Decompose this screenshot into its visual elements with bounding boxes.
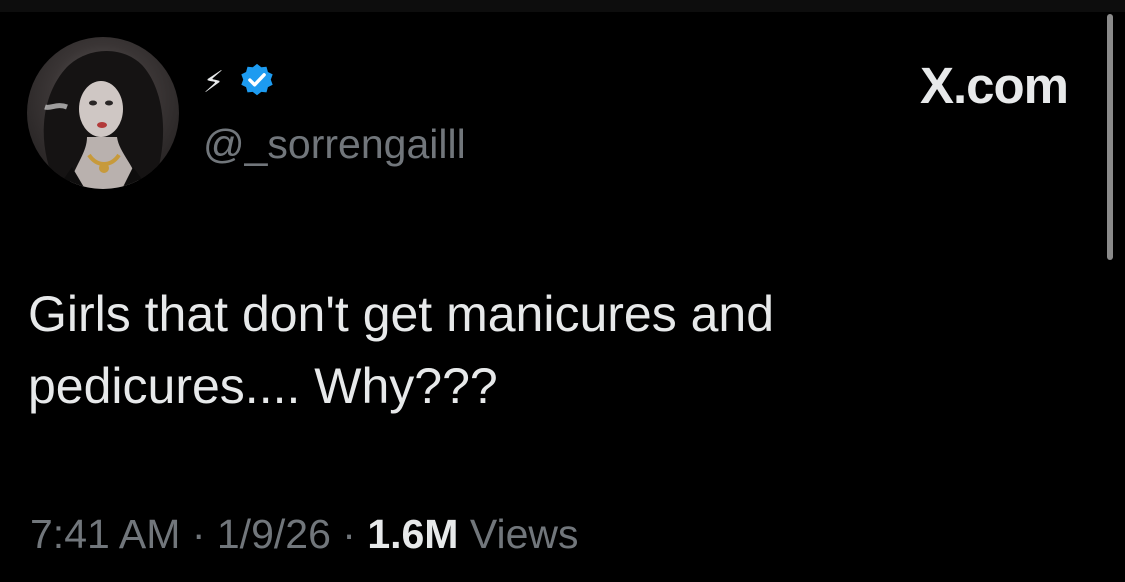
scrollbar[interactable] <box>1107 14 1113 260</box>
avatar[interactable] <box>27 37 179 189</box>
tweet-text-line-2: pedicures.... Why??? <box>28 358 498 414</box>
user-handle[interactable]: @_sorrengailll <box>203 124 466 165</box>
verified-badge-icon <box>238 62 276 105</box>
tweet-time[interactable]: 7:41 AM <box>30 511 180 557</box>
views-label: Views <box>458 511 579 557</box>
meta-separator: · <box>180 511 217 557</box>
tweet-meta: 7:41 AM · 1/9/26 · 1.6M Views <box>30 510 579 558</box>
tweet-text-line-1: Girls that don't get manicures and <box>28 286 775 342</box>
lightning-bolt-icon: ⚡︎ <box>203 65 225 100</box>
display-name-row[interactable]: ⚡︎ <box>203 63 276 103</box>
meta-separator: · <box>330 511 368 557</box>
views-count[interactable]: 1.6M <box>367 511 458 557</box>
tweet-date[interactable]: 1/9/26 <box>217 511 331 557</box>
x-brand-label: X.com <box>919 57 1069 114</box>
top-bar <box>0 0 1125 12</box>
avatar-photo <box>43 50 164 189</box>
tweet-text: Girls that don't get manicures and pedic… <box>28 278 1078 422</box>
x-brand-link[interactable]: X.com <box>919 57 1069 114</box>
